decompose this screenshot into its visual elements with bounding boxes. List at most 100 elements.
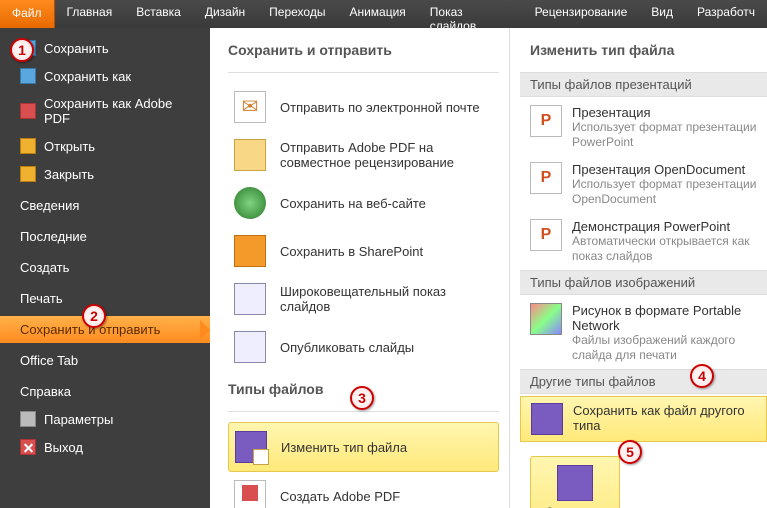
sidebar-item-print[interactable]: Печать bbox=[0, 285, 210, 312]
group-header-presentation-types: Типы файлов презентаций bbox=[520, 72, 767, 97]
sharepoint-icon bbox=[234, 235, 266, 267]
filetype-show[interactable]: Демонстрация PowerPoint Автоматически от… bbox=[520, 213, 767, 270]
filetype-label: Демонстрация PowerPoint bbox=[572, 219, 757, 234]
sidebar-item-save-and-send[interactable]: Сохранить и отправить bbox=[0, 316, 210, 343]
ribbon-tab-transitions[interactable]: Переходы bbox=[257, 0, 337, 28]
sidebar-item-label: Закрыть bbox=[44, 167, 94, 182]
sidebar-item-save-as[interactable]: Сохранить как bbox=[0, 62, 210, 90]
disk-icon bbox=[531, 403, 563, 435]
pdf-icon bbox=[20, 103, 36, 119]
ribbon-tab-view[interactable]: Вид bbox=[639, 0, 685, 28]
disk-icon bbox=[557, 465, 593, 501]
web-icon bbox=[234, 187, 266, 219]
sidebar-item-exit[interactable]: Выход bbox=[0, 433, 210, 461]
sidebar-item-label: Сохранить bbox=[44, 41, 109, 56]
group-header-other-types: Другие типы файлов bbox=[520, 369, 767, 394]
image-icon bbox=[530, 303, 562, 335]
pdf-review-icon bbox=[234, 139, 266, 171]
broadcast-icon bbox=[234, 283, 266, 315]
sidebar-item-close[interactable]: Закрыть bbox=[0, 160, 210, 188]
sidebar-item-recent[interactable]: Последние bbox=[0, 223, 210, 250]
mail-icon bbox=[234, 91, 266, 123]
action-label: Опубликовать слайды bbox=[280, 340, 414, 355]
sidebar-item-save-as-pdf[interactable]: Сохранить как Adobe PDF bbox=[0, 90, 210, 132]
adobe-pdf-icon bbox=[234, 480, 266, 508]
section-title-change-file-type: Изменить тип файла bbox=[520, 42, 767, 62]
filetype-desc: Автоматически открывается как показ слай… bbox=[572, 234, 757, 264]
action-change-file-type[interactable]: Изменить тип файла bbox=[228, 422, 499, 472]
filetype-label: Рисунок в формате Portable Network bbox=[572, 303, 757, 333]
ribbon-tab-file[interactable]: Файл bbox=[0, 0, 55, 28]
filetype-label: Презентация OpenDocument bbox=[572, 162, 757, 177]
sidebar-item-label: Последние bbox=[20, 229, 87, 244]
ribbon-tabs: Файл Главная Вставка Дизайн Переходы Ани… bbox=[0, 0, 767, 28]
sidebar-item-save[interactable]: Сохранить bbox=[0, 34, 210, 62]
ribbon-tab-review[interactable]: Рецензирование bbox=[523, 0, 640, 28]
filetype-opendocument[interactable]: Презентация OpenDocument Использует форм… bbox=[520, 156, 767, 213]
action-broadcast[interactable]: Широковещательный показ слайдов bbox=[228, 275, 499, 323]
open-icon bbox=[20, 138, 36, 154]
action-save-sharepoint[interactable]: Сохранить в SharePoint bbox=[228, 227, 499, 275]
action-send-pdf-review[interactable]: Отправить Adobe PDF на совместное реценз… bbox=[228, 131, 499, 179]
ribbon-tab-animation[interactable]: Анимация bbox=[337, 0, 417, 28]
sidebar-item-info[interactable]: Сведения bbox=[0, 192, 210, 219]
save-as-button[interactable]: Сохранить как bbox=[530, 456, 620, 508]
exit-icon bbox=[20, 439, 36, 455]
panel-left-column: Сохранить и отправить Отправить по элект… bbox=[210, 28, 510, 508]
sidebar-item-label: Сведения bbox=[20, 198, 79, 213]
sidebar-item-label: Сохранить и отправить bbox=[20, 322, 160, 337]
filetype-desc: Использует формат презентации OpenDocume… bbox=[572, 177, 757, 207]
filetype-label: Презентация bbox=[572, 105, 757, 120]
sidebar-item-label: Сохранить как bbox=[44, 69, 131, 84]
ribbon-tab-developer[interactable]: Разработч bbox=[685, 0, 767, 28]
options-icon bbox=[20, 411, 36, 427]
backstage-panel: Сохранить и отправить Отправить по элект… bbox=[210, 28, 767, 508]
action-create-adobe-pdf[interactable]: Создать Adobe PDF bbox=[228, 472, 499, 508]
sidebar-item-label: Открыть bbox=[44, 139, 95, 154]
pptx-icon bbox=[530, 105, 562, 137]
sidebar-item-office-tab[interactable]: Office Tab bbox=[0, 347, 210, 374]
ribbon-tab-insert[interactable]: Вставка bbox=[124, 0, 193, 28]
action-label: Изменить тип файла bbox=[281, 440, 407, 455]
change-type-icon bbox=[235, 431, 267, 463]
ribbon-tab-home[interactable]: Главная bbox=[55, 0, 125, 28]
save-as-icon bbox=[20, 68, 36, 84]
filetype-presentation[interactable]: Презентация Использует формат презентаци… bbox=[520, 99, 767, 156]
pptx-icon bbox=[530, 162, 562, 194]
action-label: Широковещательный показ слайдов bbox=[280, 284, 493, 314]
publish-icon bbox=[234, 331, 266, 363]
action-label: Отправить Adobe PDF на совместное реценз… bbox=[280, 140, 493, 170]
action-label: Сохранить в SharePoint bbox=[280, 244, 423, 259]
sidebar-item-label: Выход bbox=[44, 440, 83, 455]
sidebar-item-label: Параметры bbox=[44, 412, 113, 427]
sidebar-item-help[interactable]: Справка bbox=[0, 378, 210, 405]
sidebar-item-label: Справка bbox=[20, 384, 71, 399]
sidebar-item-options[interactable]: Параметры bbox=[0, 405, 210, 433]
sidebar-item-label: Создать bbox=[20, 260, 69, 275]
sidebar-item-label: Office Tab bbox=[20, 353, 78, 368]
sidebar-item-open[interactable]: Открыть bbox=[0, 132, 210, 160]
close-icon bbox=[20, 166, 36, 182]
ribbon-tab-design[interactable]: Дизайн bbox=[193, 0, 257, 28]
sidebar-item-label: Печать bbox=[20, 291, 63, 306]
action-label: Сохранить на веб-сайте bbox=[280, 196, 426, 211]
action-label: Создать Adobe PDF bbox=[280, 489, 400, 504]
filetype-desc: Использует формат презентации PowerPoint bbox=[572, 120, 757, 150]
action-save-web[interactable]: Сохранить на веб-сайте bbox=[228, 179, 499, 227]
action-publish-slides[interactable]: Опубликовать слайды bbox=[228, 323, 499, 371]
filetype-desc: Файлы изображений каждого слайда для печ… bbox=[572, 333, 757, 363]
section-title-file-types: Типы файлов bbox=[228, 381, 499, 401]
action-label: Отправить по электронной почте bbox=[280, 100, 480, 115]
pptx-icon bbox=[530, 219, 562, 251]
section-title-save-send: Сохранить и отправить bbox=[228, 42, 499, 62]
action-send-email[interactable]: Отправить по электронной почте bbox=[228, 83, 499, 131]
group-header-image-types: Типы файлов изображений bbox=[520, 270, 767, 295]
panel-right-column: Изменить тип файла Типы файлов презентац… bbox=[510, 28, 767, 508]
filetype-other[interactable]: Сохранить как файл другого типа bbox=[520, 396, 767, 442]
filetype-label: Сохранить как файл другого типа bbox=[573, 403, 756, 433]
filetype-png[interactable]: Рисунок в формате Portable Network Файлы… bbox=[520, 297, 767, 369]
backstage-sidebar: Сохранить Сохранить как Сохранить как Ad… bbox=[0, 28, 210, 508]
ribbon-tab-slideshow[interactable]: Показ слайдов bbox=[418, 0, 523, 28]
sidebar-item-new[interactable]: Создать bbox=[0, 254, 210, 281]
sidebar-item-label: Сохранить как Adobe PDF bbox=[44, 96, 200, 126]
